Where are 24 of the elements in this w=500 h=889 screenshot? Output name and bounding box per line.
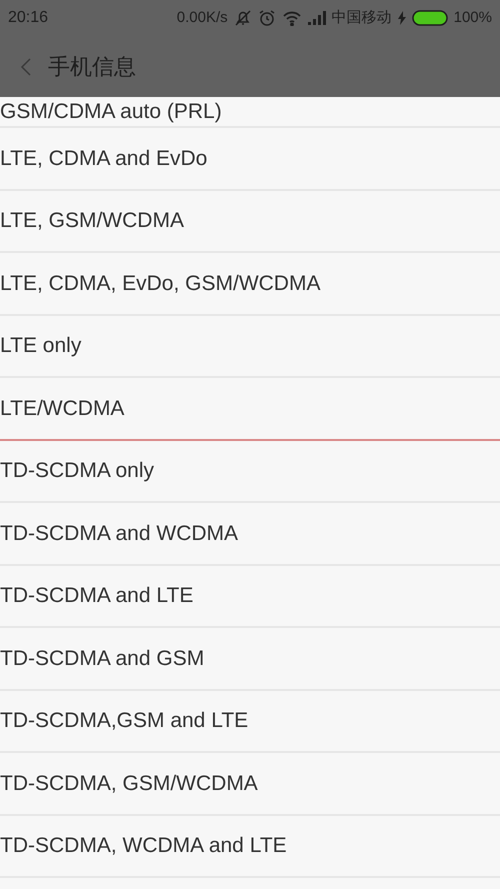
carrier-name: 中国移动 [332,8,392,28]
network-mode-option[interactable]: TD-SCDMA, WCDMA and LTE [0,816,500,878]
page-title: 手机信息 [48,53,136,81]
network-mode-option[interactable]: TD-SCDMA only [0,440,500,503]
battery-icon [412,10,448,26]
network-mode-option[interactable]: TD-SCDMA, GSM/WCDMA [0,753,500,816]
signal-icon [308,11,326,25]
network-mode-option[interactable]: LTE, CDMA and EvDo [0,128,500,190]
back-icon[interactable] [20,56,32,76]
network-mode-option[interactable]: GSM/CDMA auto (PRL) [0,97,500,128]
network-mode-option[interactable]: LTE, CDMA, EvDo, GSM/WCDMA [0,253,500,316]
network-mode-option[interactable]: LTE/WCDMA [0,378,500,440]
network-mode-option[interactable]: TD-SCDMA,GSM and LTE [0,690,500,753]
wifi-icon [282,10,302,26]
network-speed: 0.00K/s [176,8,228,28]
network-mode-option[interactable]: TD-SCDMA and GSM [0,628,500,690]
alarm-icon [258,9,276,27]
network-mode-option[interactable]: TD-SCDMA and LTE [0,566,500,628]
network-mode-option[interactable]: LTE only [0,316,500,378]
network-mode-option[interactable]: LTE, GSM/WCDMA [0,190,500,253]
battery-level: 100% [454,8,492,28]
network-mode-option[interactable]: TD-SCDMA and WCDMA [0,503,500,566]
muted-bell-icon [234,9,252,27]
clock: 20:16 [8,8,48,28]
